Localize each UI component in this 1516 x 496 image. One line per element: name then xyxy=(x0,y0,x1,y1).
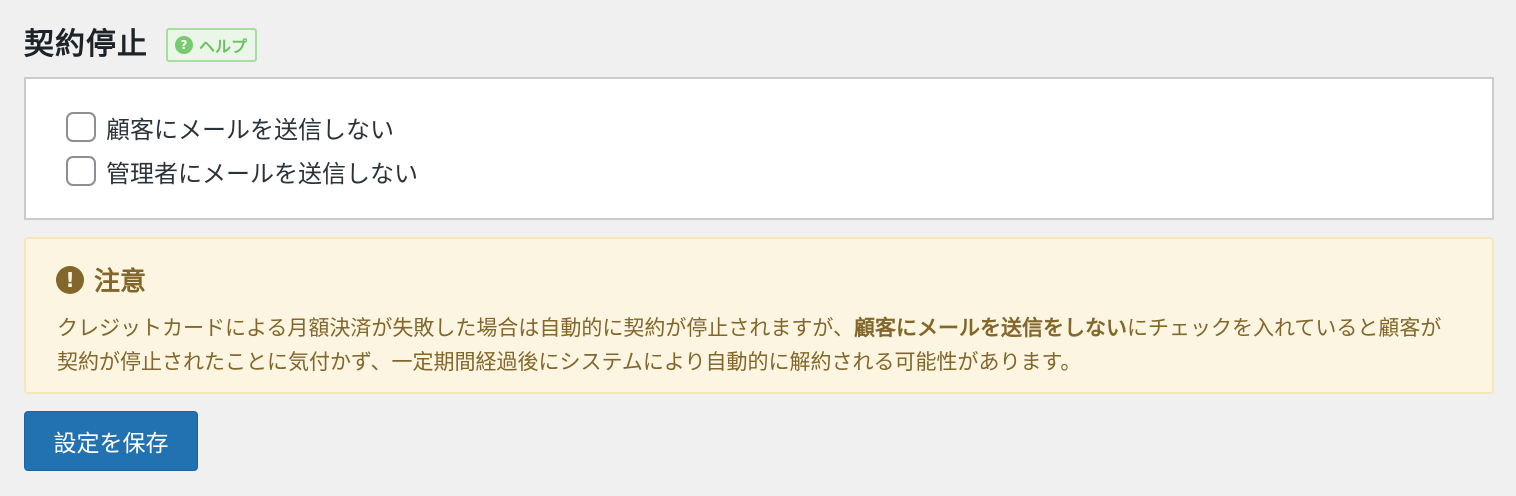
notice-title: 注意 xyxy=(94,267,147,297)
save-settings-button[interactable]: 設定を保存 xyxy=(24,411,198,471)
notice-text-bold: 顧客にメールを送信をしない xyxy=(853,316,1127,340)
notice-body: クレジットカードによる月額決済が失敗した場合は自動的に契約が停止されますが、顧客… xyxy=(57,311,1462,379)
question-circle-icon: ? xyxy=(175,36,193,54)
options-box: 顧客にメールを送信しない 管理者にメールを送信しない xyxy=(24,77,1494,220)
option-no-customer-email[interactable]: 顧客にメールを送信しない xyxy=(66,109,394,145)
help-label: ヘルプ xyxy=(199,37,248,56)
settings-panel: 契約停止 ? ヘルプ 顧客にメールを送信しない 管理者にメールを送信しない ! … xyxy=(0,0,1516,496)
notice-header: ! 注意 xyxy=(56,261,146,298)
option-no-admin-email[interactable]: 管理者にメールを送信しない xyxy=(66,153,418,189)
notice-text-before: クレジットカードによる月額決済が失敗した場合は自動的に契約が停止されますが、 xyxy=(57,316,854,340)
warning-notice: ! 注意 クレジットカードによる月額決済が失敗した場合は自動的に契約が停止されま… xyxy=(24,237,1494,394)
exclamation-circle-icon: ! xyxy=(56,265,84,294)
option-label: 顧客にメールを送信しない xyxy=(106,115,394,144)
option-label: 管理者にメールを送信しない xyxy=(106,159,418,188)
help-button[interactable]: ? ヘルプ xyxy=(166,28,258,62)
checkbox-no-admin-email[interactable] xyxy=(66,156,96,186)
checkbox-no-customer-email[interactable] xyxy=(66,112,96,142)
section-title: 契約停止 xyxy=(24,27,148,62)
section-header: 契約停止 ? ヘルプ xyxy=(24,18,258,64)
